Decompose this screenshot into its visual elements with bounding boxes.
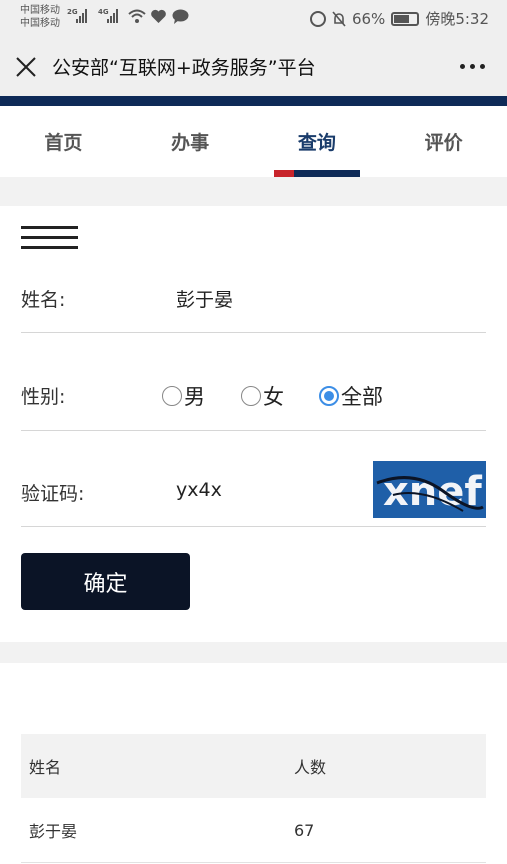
battery-percent: 66% — [351, 9, 386, 28]
cell-name: 彭于晏 — [29, 822, 78, 841]
tab-services[interactable]: 办事 — [127, 106, 254, 177]
results-section: 姓名 人数 彭于晏 67 — [0, 663, 507, 864]
table-header: 姓名 人数 — [21, 734, 486, 798]
main-nav: 首页 办事 查询 评价 — [0, 106, 507, 177]
results-table: 姓名 人数 彭于晏 67 — [21, 734, 486, 863]
captcha-text: xnef — [383, 469, 482, 515]
active-tab-indicator — [273, 170, 361, 177]
radio-label-male: 男 — [184, 385, 205, 409]
more-icon[interactable] — [460, 64, 485, 69]
captcha-image[interactable]: xnef — [373, 461, 486, 518]
column-header-count: 人数 — [294, 758, 327, 777]
carrier-2: 中国移动 — [20, 18, 60, 29]
radio-label-female: 女 — [263, 385, 284, 409]
section-divider — [0, 642, 507, 663]
captcha-row: 验证码: yx4x xnef — [21, 431, 486, 527]
radio-checked-icon — [319, 386, 339, 406]
captcha-input[interactable]: yx4x — [176, 479, 222, 501]
status-bar: 中国移动 中国移动 2G 4G 66% 傍晚5:32 — [0, 0, 507, 37]
captcha-label: 验证码: — [21, 483, 85, 505]
query-form: 姓名: 彭于晏 性别: 男 女 全部 验证码: yx4x xnef 确定 — [0, 206, 507, 642]
carrier-1: 中国移动 — [20, 5, 60, 16]
gender-row: 性别: 男 女 全部 — [21, 333, 486, 431]
carrier-labels: 中国移动 中国移动 — [20, 4, 60, 30]
tab-home-label: 首页 — [44, 132, 83, 154]
tab-home[interactable]: 首页 — [0, 106, 127, 177]
brand-strip — [0, 96, 507, 106]
status-right: 66% 傍晚5:32 — [309, 8, 489, 29]
radio-icon — [241, 386, 261, 406]
column-header-name: 姓名 — [29, 758, 62, 777]
radio-icon — [162, 386, 182, 406]
signal-2-icon — [107, 9, 118, 23]
wifi-icon — [128, 9, 146, 27]
radio-label-all: 全部 — [341, 385, 383, 409]
menu-icon[interactable] — [21, 226, 78, 260]
name-row: 姓名: 彭于晏 — [21, 266, 486, 333]
tab-query-label: 查询 — [297, 132, 336, 154]
tab-evaluate-label: 评价 — [424, 132, 463, 154]
alarm-icon — [309, 10, 326, 27]
tab-evaluate[interactable]: 评价 — [380, 106, 507, 177]
signal-1-icon — [76, 9, 87, 23]
clock: 傍晚5:32 — [425, 10, 489, 28]
gender-radio-male[interactable]: 男 — [162, 381, 205, 411]
health-icon — [150, 9, 167, 28]
gender-radio-all[interactable]: 全部 — [319, 381, 383, 411]
mute-icon — [332, 10, 346, 27]
section-divider — [0, 177, 507, 206]
gender-label: 性别: — [21, 386, 66, 408]
confirm-button[interactable]: 确定 — [21, 553, 190, 610]
title-bar: 公安部“互联网+政务服务”平台 — [0, 37, 507, 96]
close-icon[interactable] — [14, 55, 38, 79]
gender-radio-female[interactable]: 女 — [241, 381, 284, 411]
page-title: 公安部“互联网+政务服务”平台 — [52, 57, 316, 79]
message-icon — [172, 9, 189, 28]
tab-services-label: 办事 — [171, 132, 210, 154]
cell-count: 67 — [294, 820, 315, 840]
tab-query[interactable]: 查询 — [254, 106, 381, 177]
name-input[interactable]: 彭于晏 — [176, 285, 233, 312]
battery-icon — [391, 11, 420, 26]
name-label: 姓名: — [21, 289, 66, 311]
table-row: 彭于晏 67 — [21, 798, 486, 863]
